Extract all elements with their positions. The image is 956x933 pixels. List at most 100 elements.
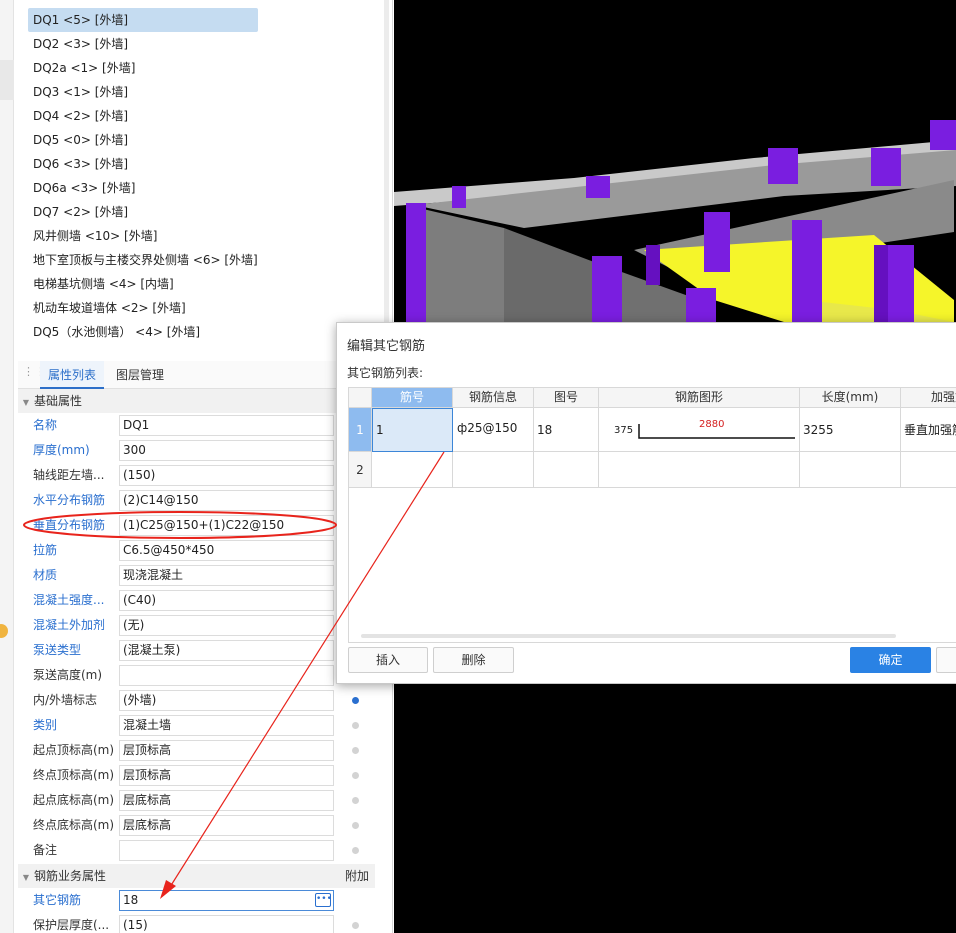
figure-number-cell[interactable] [534,452,599,488]
collapse-arrow-icon[interactable]: ▼ [18,391,34,415]
column-header[interactable]: 筋号 [372,388,453,408]
column-header[interactable]: 钢筋图形 [599,388,800,408]
corner-cell[interactable] [349,388,372,408]
bar-number-cell[interactable] [372,452,453,488]
cancel-button[interactable] [936,647,956,673]
prop-value-field[interactable]: (15) [119,915,334,933]
rebar-type-cell[interactable]: 垂直加强筋 [901,408,956,452]
list-item[interactable]: DQ2a <1> [外墙] [28,56,368,80]
prop-row-cover-thickness: 保护层厚度(... (15) [18,913,375,933]
list-item[interactable]: 风井侧墙 <10> [外墙] [28,224,368,248]
attach-radio[interactable] [352,822,359,829]
list-item[interactable]: DQ6a <3> [外墙] [28,176,368,200]
tab-layer-management[interactable]: 图层管理 [108,361,172,389]
length-cell[interactable] [800,452,901,488]
prop-value-field[interactable]: C6.5@450*450 [119,540,334,561]
prop-value-field[interactable]: DQ1 [119,415,334,436]
prop-value-field[interactable]: 层顶标高 [119,765,334,786]
list-item[interactable]: DQ2 <3> [外墙] [28,32,368,56]
prop-value-field[interactable]: 混凝土墙 [119,715,334,736]
column [704,212,730,272]
column-header[interactable]: 钢筋信息 [453,388,534,408]
prop-value-field[interactable]: (无) [119,615,334,636]
prop-value-field[interactable]: 层顶标高 [119,740,334,761]
prop-row-admixture: 混凝土外加剂 (无) [18,613,375,638]
attach-radio[interactable] [352,772,359,779]
list-item[interactable]: DQ4 <2> [外墙] [28,104,368,128]
list-item[interactable]: DQ5 <0> [外墙] [28,128,368,152]
list-item[interactable]: DQ6 <3> [外墙] [28,152,368,176]
table-horizontal-scrollbar[interactable] [361,634,896,638]
attach-radio[interactable] [352,722,359,729]
delete-button[interactable]: 删除 [433,647,514,673]
section-basic-properties[interactable]: ▼ 基础属性 [18,389,375,413]
column [874,245,888,322]
attach-radio[interactable] [352,847,359,854]
attach-radio[interactable] [352,697,359,704]
column [884,245,914,322]
prop-label: 混凝土强度... [33,593,105,607]
side-toolbar-segment[interactable] [0,60,14,100]
prop-label: 起点底标高(m) [33,793,115,807]
rebar-shape-cell[interactable] [599,452,800,488]
notification-dot-icon[interactable] [0,624,8,638]
row-header[interactable]: 1 [349,408,372,452]
prop-label: 泵送高度(m) [33,668,103,682]
ellipsis-button[interactable]: ••• [315,893,332,907]
other-rebar-value: 18 [123,893,139,907]
prop-value-field[interactable] [119,840,334,861]
rebar-list-label: 其它钢筋列表: [347,366,424,380]
prop-value-field[interactable]: 现浇混凝土 [119,565,334,586]
prop-row-tie-bar: 拉筋 C6.5@450*450 [18,538,375,563]
rebar-shape-cell[interactable]: 375 2880 [599,408,800,452]
list-item[interactable]: DQ7 <2> [外墙] [28,200,368,224]
prop-value-field[interactable]: 层底标高 [119,815,334,836]
prop-value-field[interactable] [119,665,334,686]
prop-label: 拉筋 [33,543,58,557]
prop-value-field[interactable]: 300 [119,440,334,461]
prop-value-field[interactable]: (2)C14@150 [119,490,334,511]
list-item[interactable]: 电梯基坑侧墙 <4> [内墙] [28,272,368,296]
prop-value-field[interactable]: 层底标高 [119,790,334,811]
section-rebar-properties[interactable]: ▼ 钢筋业务属性 附加 [18,864,375,888]
list-item[interactable]: DQ1 <5> [外墙] [28,8,258,32]
row-header[interactable]: 2 [349,452,372,488]
collapse-arrow-icon[interactable]: ▼ [18,866,34,890]
prop-value-field[interactable]: (混凝土泵) [119,640,334,661]
prop-value-field[interactable]: (1)C25@150+(1)C22@150 [119,515,334,536]
length-cell[interactable]: 3255 [800,408,901,452]
prop-row-category: 类别 混凝土墙 [18,713,375,738]
list-item[interactable]: DQ3 <1> [外墙] [28,80,368,104]
rebar-type-cell[interactable] [901,452,956,488]
prop-label: 垂直分布钢筋 [33,518,106,532]
attach-radio[interactable] [352,747,359,754]
list-scrollbar[interactable] [384,0,389,340]
bar-number-cell[interactable]: 1 [372,408,453,452]
rebar-table: 筋号 钢筋信息 图号 钢筋图形 长度(mm) 加强筋 1 1 ф25@150 1… [348,387,956,643]
column [646,245,660,285]
prop-label: 厚度(mm) [33,443,90,457]
prop-value-field[interactable]: (C40) [119,590,334,611]
list-item[interactable]: DQ5（水池侧墙） <4> [外墙] [28,320,368,344]
tab-property-list[interactable]: 属性列表 [40,361,105,389]
list-item[interactable]: 地下室顶板与主楼交界处侧墙 <6> [外墙] [28,248,368,272]
list-item[interactable]: 机动车坡道墙体 <2> [外墙] [28,296,368,320]
insert-button[interactable]: 插入 [348,647,428,673]
property-tabs: ⋮⋮ 属性列表 图层管理 [18,361,375,389]
prop-label: 备注 [33,843,58,857]
rebar-info-cell[interactable] [453,452,534,488]
prop-row-name: 名称 DQ1 [18,413,375,438]
wall-face [504,228,594,322]
figure-number-cell[interactable]: 18 [534,408,599,452]
prop-value-field[interactable]: (外墙) [119,690,334,711]
prop-value-field[interactable]: (150) [119,465,334,486]
column-header[interactable]: 图号 [534,388,599,408]
attach-radio[interactable] [352,922,359,929]
drag-grip-icon[interactable]: ⋮⋮ [23,366,46,382]
attach-radio[interactable] [352,797,359,804]
rebar-info-cell[interactable]: ф25@150 [453,408,534,452]
other-rebar-field[interactable]: 18 ••• [119,890,334,911]
column-header[interactable]: 长度(mm) [800,388,901,408]
ok-button[interactable]: 确定 [850,647,931,673]
column-header[interactable]: 加强筋 [901,388,956,408]
